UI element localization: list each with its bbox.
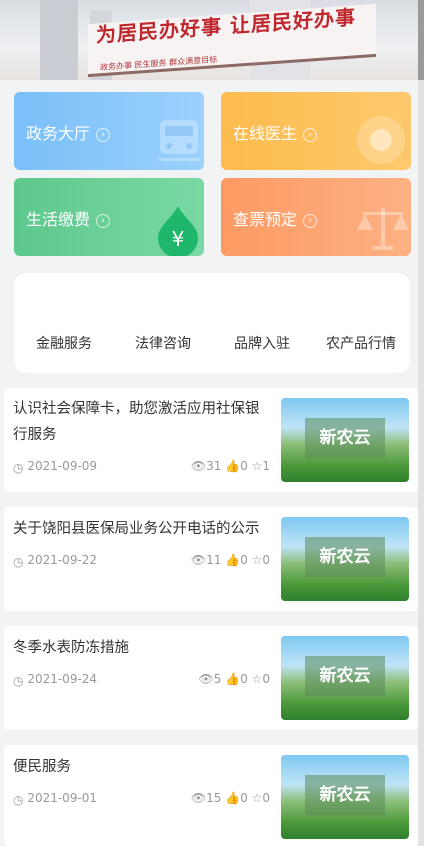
- svg-text:¥: ¥: [172, 227, 185, 251]
- service-label: 在线医生: [233, 124, 298, 143]
- view-count: 5: [213, 672, 222, 686]
- star-count: 0: [262, 553, 270, 567]
- yuan-drop-icon: ¥: [158, 206, 198, 256]
- chevron-right-icon: ›: [303, 213, 318, 228]
- news-title: 冬季水表防冻措施: [13, 640, 129, 656]
- eye-icon: 👁: [190, 791, 207, 805]
- eye-icon: 👁: [190, 553, 207, 567]
- banner-building: [40, 0, 78, 80]
- service-card-ticket-booking[interactable]: 查票预定 ›: [221, 178, 411, 256]
- news-date: 2021-09-24: [27, 672, 98, 686]
- view-count: 11: [206, 553, 222, 567]
- news-thumbnail: 新农云: [281, 398, 409, 482]
- scale-icon: [357, 208, 409, 250]
- service-card-utility-payment[interactable]: 生活缴费 › ¥: [14, 178, 204, 256]
- quick-menu-finance[interactable]: 金融服务: [16, 333, 112, 353]
- news-item[interactable]: 冬季水表防冻措施 ◷ 2021-09-24 👁5 👍0 ☆0 新农云: [4, 626, 418, 730]
- thumbs-up-icon[interactable]: 👍: [225, 672, 240, 686]
- train-icon: [158, 120, 200, 161]
- top-banner[interactable]: 为居民办好事 让居民好办事 政务办事 民生服务 群众满意目标: [0, 0, 418, 80]
- chevron-right-icon: ›: [96, 213, 111, 228]
- thumbnail-caption: 新农云: [305, 418, 385, 458]
- news-title: 认识社会保障卡，助您激活应用社保银行服务: [13, 401, 260, 443]
- star-count: 1: [262, 459, 270, 473]
- clock-icon: ◷: [13, 793, 24, 807]
- thumbnail-caption: 新农云: [305, 775, 385, 815]
- thumbnail-caption: 新农云: [305, 537, 385, 577]
- quick-menu: 金融服务 法律咨询 品牌入驻 农产品行情: [14, 273, 410, 373]
- star-count: 0: [262, 791, 270, 805]
- thumbs-up-icon[interactable]: 👍: [225, 459, 240, 473]
- service-label: 政务大厅: [26, 124, 91, 143]
- news-item[interactable]: 便民服务 ◷ 2021-09-01 👁15 👍0 ☆0 新农云: [4, 745, 418, 846]
- news-title: 便民服务: [13, 759, 71, 775]
- news-date: 2021-09-01: [27, 791, 98, 805]
- quick-menu-produce-market[interactable]: 农产品行情: [313, 333, 409, 353]
- chevron-right-icon: ›: [96, 127, 111, 142]
- thumbnail-caption: 新农云: [305, 656, 385, 696]
- clock-icon: ◷: [13, 461, 24, 475]
- news-thumbnail: 新农云: [281, 636, 409, 720]
- news-title: 关于饶阳县医保局业务公开电话的公示: [13, 521, 260, 537]
- eye-icon: 👁: [190, 459, 207, 473]
- like-count: 0: [240, 459, 248, 473]
- like-count: 0: [240, 672, 248, 686]
- clock-icon: ◷: [13, 674, 24, 688]
- like-count: 0: [240, 553, 248, 567]
- quick-menu-brand-join[interactable]: 品牌入驻: [214, 333, 310, 353]
- service-card-government-hall[interactable]: 政务大厅 ›: [14, 92, 204, 170]
- like-count: 0: [240, 791, 248, 805]
- service-card-online-doctor[interactable]: 在线医生 ›: [221, 92, 411, 170]
- view-count: 31: [206, 459, 222, 473]
- clock-icon: ◷: [13, 555, 24, 569]
- scrollbar[interactable]: [418, 0, 424, 846]
- star-icon[interactable]: ☆: [252, 553, 263, 567]
- news-date: 2021-09-09: [27, 459, 98, 473]
- eye-icon: 👁: [198, 672, 214, 686]
- service-label: 查票预定: [233, 210, 298, 229]
- news-thumbnail: 新农云: [281, 755, 409, 839]
- news-date: 2021-09-22: [27, 553, 98, 567]
- service-label: 生活缴费: [26, 210, 91, 229]
- news-item[interactable]: 认识社会保障卡，助您激活应用社保银行服务 ◷ 2021-09-09 👁31 👍0…: [4, 388, 418, 492]
- quick-menu-legal-consulting[interactable]: 法律咨询: [115, 333, 211, 353]
- thumbs-up-icon[interactable]: 👍: [225, 791, 240, 805]
- news-item[interactable]: 关于饶阳县医保局业务公开电话的公示 ◷ 2021-09-22 👁11 👍0 ☆0…: [4, 507, 418, 611]
- scrollbar-thumb[interactable]: [418, 0, 424, 80]
- star-icon[interactable]: ☆: [252, 791, 263, 805]
- star-count: 0: [262, 672, 270, 686]
- news-thumbnail: 新农云: [281, 517, 409, 601]
- star-icon[interactable]: ☆: [252, 459, 263, 473]
- sun-icon: [357, 116, 405, 164]
- thumbs-up-icon[interactable]: 👍: [225, 553, 240, 567]
- chevron-right-icon: ›: [303, 127, 318, 142]
- view-count: 15: [206, 791, 222, 805]
- star-icon[interactable]: ☆: [252, 672, 263, 686]
